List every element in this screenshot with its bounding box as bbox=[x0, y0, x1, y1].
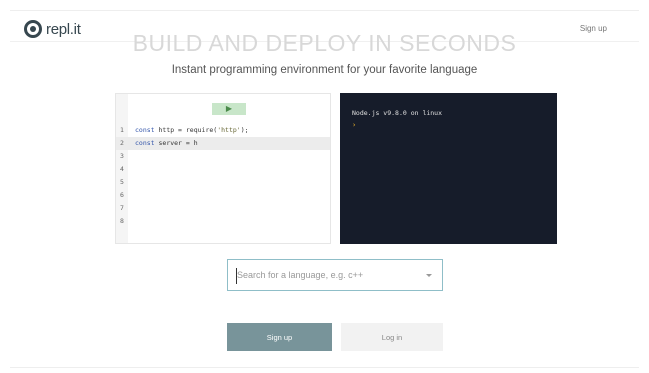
run-button[interactable]: ▶ bbox=[212, 103, 246, 115]
code-line[interactable]: 5 bbox=[116, 176, 330, 189]
language-search-input[interactable]: Search for a language, e.g. c++ bbox=[227, 259, 443, 291]
line-number: 3 bbox=[120, 152, 124, 160]
code-text: const http = require('http'); bbox=[135, 126, 249, 134]
line-number: 4 bbox=[120, 165, 124, 173]
code-line[interactable]: 6 bbox=[116, 189, 330, 202]
login-button[interactable]: Log in bbox=[341, 323, 443, 351]
hero-headline: BUILD AND DEPLOY IN SECONDS bbox=[132, 30, 517, 56]
chevron-down-icon[interactable] bbox=[426, 274, 432, 277]
code-line[interactable]: 1 const http = require('http'); bbox=[116, 124, 330, 137]
code-line[interactable]: 7 bbox=[116, 202, 330, 215]
console-panel[interactable]: Node.js v9.8.0 on linux › bbox=[340, 93, 557, 244]
code-line[interactable]: 4 bbox=[116, 163, 330, 176]
console-prompt-icon: › bbox=[352, 121, 357, 129]
line-number: 8 bbox=[120, 217, 124, 225]
line-number: 1 bbox=[120, 126, 124, 134]
footer-divider bbox=[10, 367, 639, 368]
code-line[interactable]: 3 bbox=[116, 150, 330, 163]
code-line[interactable]: 8 bbox=[116, 215, 330, 228]
signup-button[interactable]: Sign up bbox=[227, 323, 332, 351]
line-number: 7 bbox=[120, 204, 124, 212]
line-number: 6 bbox=[120, 191, 124, 199]
play-icon: ▶ bbox=[225, 104, 233, 113]
code-editor[interactable]: ▶ 1 const http = require('http'); 2 const s… bbox=[115, 93, 331, 244]
text-caret bbox=[236, 268, 237, 284]
line-number: 5 bbox=[120, 178, 124, 186]
line-number: 2 bbox=[120, 139, 124, 147]
console-output: Node.js v9.8.0 on linux bbox=[352, 109, 443, 117]
code-line[interactable]: 2 const server = h bbox=[116, 137, 330, 150]
search-placeholder: Search for a language, e.g. c++ bbox=[237, 270, 364, 280]
hero-tagline: Instant programming environment for your… bbox=[171, 64, 478, 76]
code-text: const server = h bbox=[135, 139, 198, 147]
